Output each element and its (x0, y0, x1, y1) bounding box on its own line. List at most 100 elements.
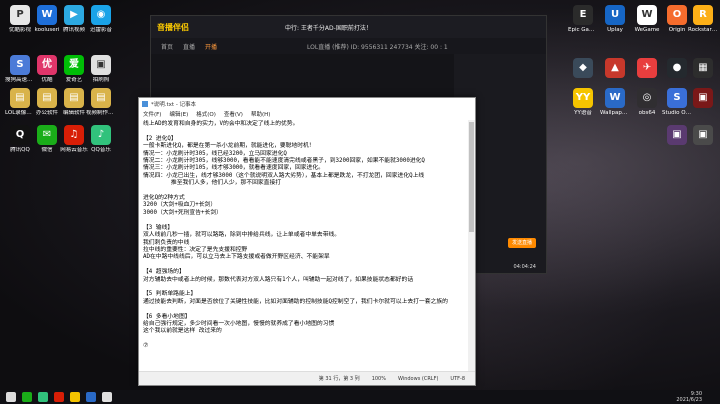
text-line: 这个我以前就是这样 改过来的 (143, 328, 222, 335)
right-shortcut-6[interactable]: ▲ (600, 58, 630, 80)
app-icon: ▣ (693, 88, 713, 108)
taskbar-app-icon[interactable] (38, 392, 48, 402)
taskbar: 9:30 2021/6/23 (0, 390, 720, 404)
left-shortcut-14[interactable]: ♫ 网易云音乐 (59, 125, 89, 153)
notepad-scrollbar[interactable] (468, 120, 475, 372)
notepad-title-bar: *说明.txt - 记事本 (139, 98, 475, 109)
text-line: 情况三：小龙刷计时105，线才够3000，就看看速度回家，回家进化。 (143, 165, 324, 172)
zoom-level: 100% (371, 375, 386, 382)
left-shortcut-9[interactable]: ▤ 办公软件 (32, 88, 62, 116)
text-line (143, 336, 464, 343)
text-line: 一般卡斯进化Q，都是在第一杀小龙前期，就能进化，要聪地时机！ (143, 143, 315, 150)
left-shortcut-7[interactable]: ▣ 拍刷照 (86, 55, 116, 83)
text-line (143, 188, 464, 195)
tab-home[interactable]: 首页 (161, 42, 173, 51)
app-icon: 优 (37, 55, 57, 75)
streaming-app-logo: 音播伴侣 (157, 22, 189, 32)
app-icon: ◎ (637, 88, 657, 108)
left-shortcut-13[interactable]: ✉ 微信 (32, 125, 62, 153)
shortcut-label: Studio One 5 (662, 110, 692, 116)
left-shortcut-6[interactable]: 爱爱奇艺 (59, 55, 89, 83)
text-line: 情况一：小龙刷计时305，线已经3200，立马回家进化Q (143, 150, 287, 157)
streaming-app-header: 音播伴侣 中行: 王者千分AD-国职前打法！ (151, 16, 546, 38)
shortcut-label: YY语音 (574, 110, 592, 116)
app-icon: ♫ (64, 125, 84, 145)
left-shortcut-8[interactable]: ▤ LOL录像播放辅助(L... (5, 88, 35, 116)
menu-edit[interactable]: 编辑(E) (169, 110, 188, 118)
left-shortcut-0[interactable]: P 优酷影视 (5, 5, 35, 33)
shortcut-label: 编辑软件 (62, 110, 85, 116)
right-shortcut-4[interactable]: R Rockstar Games... (688, 5, 718, 33)
send-live-button[interactable]: 发送直播 (508, 238, 536, 248)
room-meta: LOL直播 (推荐) ID: 9556311 247734 关注: 00 : 1 (307, 43, 448, 51)
right-shortcut-1[interactable]: U Uplay (600, 5, 630, 33)
right-shortcut-9[interactable]: ▦ (688, 58, 718, 80)
menu-format[interactable]: 格式(O) (196, 110, 216, 118)
tab-live[interactable]: 直播 (183, 42, 195, 51)
app-icon: ▣ (693, 125, 713, 145)
shortcut-label: 爱奇艺 (65, 77, 83, 83)
taskbar-app-icon[interactable] (22, 392, 32, 402)
shortcut-label: Rockstar Games... (688, 27, 718, 33)
tab-go-live[interactable]: 开播 (205, 42, 217, 51)
app-icon: U (605, 5, 625, 25)
left-shortcut-15[interactable]: ♪ QQ音乐 (86, 125, 116, 153)
left-shortcut-1[interactable]: Wkooluseri (32, 5, 62, 33)
left-shortcut-12[interactable]: Q 腾讯QQ (5, 125, 35, 153)
left-shortcut-3[interactable]: ◉ 迅雷影音 (86, 5, 116, 33)
left-shortcut-5[interactable]: 优优酷 (32, 55, 62, 83)
shortcut-label: 迅雷影音 (89, 27, 112, 33)
text-line: 【6 多看小地图】 (143, 313, 191, 320)
scrollbar-thumb[interactable] (469, 122, 474, 232)
right-shortcut-10[interactable]: YY YY语音 (568, 88, 598, 116)
taskbar-app-icon[interactable] (54, 392, 64, 402)
cursor-position: 第 31 行，第 3 列 (318, 376, 360, 382)
taskbar-app-icon[interactable] (70, 392, 80, 402)
text-line (143, 262, 464, 269)
app-icon: ▣ (91, 55, 111, 75)
right-shortcut-11[interactable]: W Wallpaper Engine (600, 88, 630, 116)
text-line (143, 217, 464, 224)
right-shortcut-5[interactable]: ◆ (568, 58, 598, 80)
stream-duration: 04:04:24 (513, 264, 536, 270)
room-title: 中行: 王者千分AD-国职前打法！ (285, 24, 372, 32)
menu-help[interactable]: 帮助(H) (251, 110, 270, 118)
right-shortcut-14[interactable]: ▣ (688, 88, 718, 110)
app-icon: ♪ (91, 125, 111, 145)
text-line: ⑦ (143, 343, 149, 350)
left-shortcut-11[interactable]: ▤ 视频制作软件 (86, 88, 116, 116)
left-shortcut-2[interactable]: ▶ 腾讯视频 (59, 5, 89, 33)
right-shortcut-16[interactable]: ▣ (688, 125, 718, 147)
app-icon: W (637, 5, 657, 25)
text-line: 对方辅助去中或者上的时候，那数代表对方双人路只有1个人，叫辅助一起对线了，如果技… (143, 276, 414, 283)
right-shortcut-0[interactable]: E Epic Games Launcher (568, 5, 598, 33)
app-icon: ▦ (693, 58, 713, 78)
taskbar-clock[interactable]: 9:30 2021/6/23 (676, 391, 702, 403)
menu-view[interactable]: 查看(V) (224, 110, 243, 118)
text-line: 通过技能去判断，对面是否放位了关键性技能，比如对面辅助的控制技能Q控制空了，我们… (143, 298, 448, 305)
app-icon: Q (10, 125, 30, 145)
taskbar-app-icon[interactable] (86, 392, 96, 402)
app-icon: ✉ (37, 125, 57, 145)
line-ending: Windows (CRLF) (397, 375, 439, 382)
shortcut-label: 优酷 (41, 77, 53, 83)
left-shortcut-4[interactable]: S 搜狗高速浏览器 (5, 55, 35, 83)
text-line: 【5 判断单路能上】 (143, 291, 197, 298)
text-line (143, 306, 464, 313)
right-shortcut-12[interactable]: ◎ obs64 (632, 88, 662, 116)
shortcut-label: 腾讯QQ (10, 147, 30, 153)
left-shortcut-10[interactable]: ▤ 编辑软件 (59, 88, 89, 116)
taskbar-app-icon[interactable] (6, 392, 16, 402)
menu-file[interactable]: 文件(F) (143, 110, 161, 118)
taskbar-icons (0, 392, 112, 402)
shortcut-label: 网易云音乐 (60, 147, 88, 153)
text-line: 推至我们人多，他们人少，那不回家直接打 (143, 180, 282, 187)
notepad-text-area[interactable]: 线上AD的发育和自身的实力，V的会中和决定了线上的优势。 【2 进化Q】 一般卡斯… (139, 120, 468, 372)
app-icon: YY (573, 88, 593, 108)
right-shortcut-2[interactable]: W WeGame (632, 5, 662, 33)
shortcut-label: 视频制作软件 (86, 110, 116, 116)
shortcut-label: 腾讯视频 (62, 27, 85, 33)
right-shortcut-7[interactable]: ✈ (632, 58, 662, 80)
taskbar-app-icon[interactable] (102, 392, 112, 402)
notepad-window[interactable]: *说明.txt - 记事本 文件(F) 编辑(E) 格式(O) 查看(V) 帮助… (138, 97, 476, 386)
